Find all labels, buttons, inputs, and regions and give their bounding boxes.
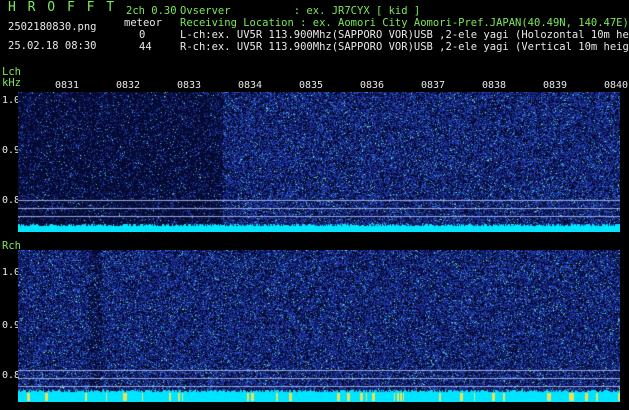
file-name: 2502180830.png [8,21,97,33]
channel-mode: 2ch 0.30 [126,5,177,17]
observer-line: Ovserver : ex. JR7CYX [ kid ] [180,5,421,17]
meteor-label: meteor [124,17,162,29]
rch-info-line: R-ch:ex. UV5R 113.900Mhz(SAPPORO VOR)USB… [180,41,629,53]
time-tick-0840: 0840 [604,80,629,91]
lch-unit: kHz [2,77,21,89]
time-tick-0833: 0833 [177,80,202,91]
time-tick-0831: 0831 [55,80,80,91]
time-tick-0832: 0832 [116,80,141,91]
lch-info-line: L-ch:ex. UV5R 113.900Mhz(SAPPORO VOR)USB… [180,29,629,41]
lch-spectrogram-canvas [18,92,620,232]
rch-spectrogram-canvas [18,250,620,402]
meteor-count-rch: 44 [139,41,152,53]
time-tick-0836: 0836 [360,80,385,91]
time-tick-0834: 0834 [238,80,263,91]
time-tick-0838: 0838 [482,80,507,91]
date-time: 25.02.18 08:30 [8,40,97,52]
meteor-count-lch: 0 [139,29,146,41]
rch-spectrogram [18,250,620,402]
time-tick-0839: 0839 [543,80,568,91]
app-title: H R O F F T [8,0,117,15]
time-tick-0837: 0837 [421,80,446,91]
location-line: Receiving Location : ex. Aomori City Aom… [180,17,629,29]
lch-spectrogram [18,92,620,232]
time-tick-0835: 0835 [299,80,324,91]
